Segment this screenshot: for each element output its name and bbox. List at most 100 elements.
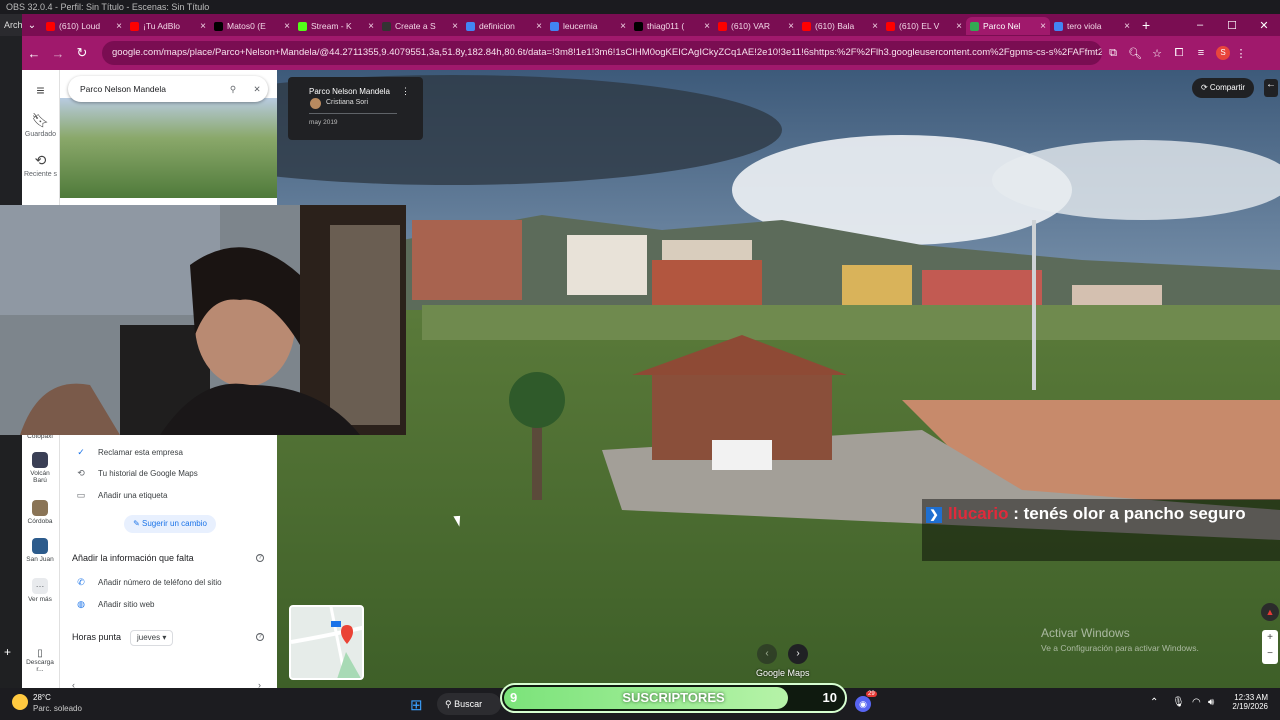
sv-prev-icon[interactable]: ‹	[757, 644, 777, 664]
browser-tab[interactable]: (610) Loud ×	[42, 17, 126, 35]
compass-icon[interactable]: ▲	[1261, 603, 1279, 621]
tab-close-icon[interactable]: ×	[116, 21, 122, 32]
media-icon[interactable]: ≡	[1190, 47, 1212, 59]
hours-info-icon[interactable]: ?	[256, 633, 264, 641]
close-window-icon[interactable]: ✕	[1248, 19, 1280, 32]
minimize-icon[interactable]: –	[1184, 19, 1216, 31]
tab-favicon-icon	[550, 21, 559, 31]
back-icon[interactable]: ←	[22, 46, 46, 61]
tab-search-dropdown-icon[interactable]: ⌄	[22, 20, 42, 31]
street-view-minimap[interactable]	[289, 605, 364, 680]
browser-tab[interactable]: definicion ×	[462, 17, 546, 35]
sv-author[interactable]: Cristiana Sori	[326, 99, 368, 106]
profile-avatar[interactable]: S	[1216, 46, 1230, 60]
clock[interactable]: 12:33 AM 2/19/2026	[1232, 693, 1268, 711]
tab-close-icon[interactable]: ×	[872, 21, 878, 32]
menu-kebab-icon[interactable]: ⋮	[1230, 47, 1252, 60]
bookmark-star-icon[interactable]: ☆	[1146, 47, 1168, 60]
tab-close-icon[interactable]: ×	[956, 21, 962, 32]
tab-close-icon[interactable]: ×	[1040, 21, 1046, 32]
rail-recent[interactable]: ⟲ Reciente s	[22, 152, 59, 178]
browser-tab[interactable]: Matos0 (E ×	[210, 17, 294, 35]
maps-search-box[interactable]: Parco Nelson Mandela ⚲ ✕	[68, 76, 268, 102]
tab-close-icon[interactable]: ×	[368, 21, 374, 32]
tab-label: leucernia	[563, 21, 598, 31]
zoom-out-icon[interactable]: −	[1262, 646, 1278, 662]
install-app-icon[interactable]: ⧉	[1102, 47, 1124, 60]
weather-desc[interactable]: Parc. soleado	[33, 704, 82, 713]
tab-close-icon[interactable]: ×	[704, 21, 710, 32]
maps-menu-icon[interactable]: ≡	[22, 82, 59, 98]
tab-label: (610) Loud	[59, 21, 101, 31]
tab-label: thiag011 (	[647, 21, 685, 31]
windows-start-icon[interactable]: ⊞	[410, 696, 423, 714]
add-label-link[interactable]: ▭ Añadir una etiqueta	[74, 490, 168, 501]
sv-more-icon[interactable]: ⋮	[401, 86, 410, 97]
place-label: Córdoba	[27, 518, 53, 525]
place-photo[interactable]	[60, 98, 277, 198]
suggest-edit-button[interactable]: ✎ Sugerir un cambio	[124, 515, 216, 533]
reload-icon[interactable]: ↻	[70, 45, 94, 61]
see-more-places[interactable]: … Ver más	[25, 578, 55, 603]
add-source-icon[interactable]: +	[4, 645, 11, 659]
history-icon: ⟲	[34, 152, 47, 168]
extensions-icon[interactable]: ⧠	[1168, 47, 1190, 60]
search-input[interactable]: Parco Nelson Mandela	[80, 84, 220, 94]
tab-close-icon[interactable]: ×	[788, 21, 794, 32]
tab-label: Create a S	[395, 21, 436, 31]
day-select[interactable]: jueves ▾	[130, 630, 174, 646]
sv-next-icon[interactable]: ›	[788, 644, 808, 664]
phone-icon: ✆	[77, 577, 85, 587]
browser-tab[interactable]: (610) VAR ×	[714, 17, 798, 35]
tab-close-icon[interactable]: ×	[536, 21, 542, 32]
url-field[interactable]: google.com/maps/place/Parco+Nelson+Mande…	[102, 41, 1102, 65]
browser-tab[interactable]: Stream - K ×	[294, 17, 378, 35]
sv-date: may 2019	[309, 119, 338, 126]
place-cordoba[interactable]: Córdoba	[25, 500, 55, 525]
search-icon[interactable]: ⚲	[220, 84, 246, 95]
tab-close-icon[interactable]: ×	[620, 21, 626, 32]
forward-icon[interactable]: →	[46, 46, 70, 61]
download-button[interactable]: ▯ Descarga r...	[25, 648, 55, 673]
chevron-down-icon: ▾	[162, 633, 167, 642]
zoom-in-icon[interactable]: +	[1262, 630, 1278, 646]
browser-tab[interactable]: tero viola ×	[1050, 17, 1134, 35]
place-volcan-baru[interactable]: Volcán Barú	[25, 452, 55, 484]
browser-tab[interactable]: Parco Nel ×	[966, 17, 1050, 35]
discord-icon[interactable]: ◉	[855, 696, 871, 712]
zoom-icon[interactable]: 🔍︎	[1124, 47, 1146, 60]
browser-tab[interactable]: Create a S ×	[378, 17, 462, 35]
info-icon[interactable]: ?	[256, 554, 264, 562]
obs-menu-file[interactable]: Arch	[0, 14, 23, 36]
close-street-view-icon[interactable]: ←	[1264, 79, 1278, 97]
wifi-icon[interactable]: ◠	[1192, 697, 1201, 708]
browser-tab[interactable]: thiag011 ( ×	[630, 17, 714, 35]
tab-close-icon[interactable]: ×	[1124, 21, 1130, 32]
browser-tab[interactable]: leucernia ×	[546, 17, 630, 35]
add-website-link[interactable]: ◍ Añadir sitio web	[74, 599, 154, 610]
tab-label: definicion	[479, 21, 515, 31]
new-tab-button[interactable]: +	[1142, 17, 1150, 33]
maximize-icon[interactable]: ☐	[1216, 19, 1248, 32]
browser-tab[interactable]: (610) Bala ×	[798, 17, 882, 35]
share-button[interactable]: ⟳ Compartir	[1192, 78, 1254, 98]
browser-tab[interactable]: ¡Tu AdBlo ×	[126, 17, 210, 35]
tab-close-icon[interactable]: ×	[452, 21, 458, 32]
zoom-controls[interactable]: + −	[1262, 630, 1278, 664]
rail-saved[interactable]: 🔖︎ Guardado	[22, 112, 59, 138]
tab-favicon-icon	[970, 21, 979, 31]
mic-icon[interactable]: 🎙︎	[1172, 697, 1185, 708]
tab-close-icon[interactable]: ×	[284, 21, 290, 32]
add-phone-link[interactable]: ✆ Añadir número de teléfono del sitio	[74, 577, 221, 588]
clear-search-icon[interactable]: ✕	[246, 84, 268, 95]
tab-label: (610) Bala	[815, 21, 855, 31]
volume-icon[interactable]: 🔊︎	[1208, 697, 1214, 708]
tray-chevron-icon[interactable]: ⌃	[1150, 697, 1158, 708]
tab-close-icon[interactable]: ×	[200, 21, 206, 32]
place-san-juan[interactable]: San Juan	[25, 538, 55, 563]
maps-history-link[interactable]: ⟲ Tu historial de Google Maps	[74, 468, 198, 479]
browser-tab[interactable]: (610) EL V ×	[882, 17, 966, 35]
weather-temp[interactable]: 28°C	[33, 693, 51, 702]
taskbar-search[interactable]: ⚲ Buscar	[437, 693, 501, 715]
claim-business-link[interactable]: ✓ Reclamar esta empresa	[74, 447, 183, 458]
